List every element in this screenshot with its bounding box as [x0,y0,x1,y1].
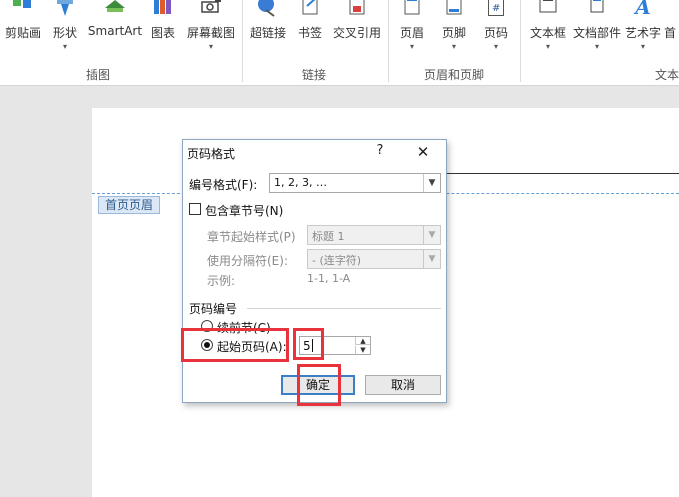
chevron-down-icon: ▼ [423,226,440,244]
first-page-header-tag: 首页页眉 [98,196,161,214]
page-number-dropdown-icon: ▾ [493,42,498,51]
shapes-icon [57,0,73,16]
start-at-spinner[interactable]: 5 ▲ ▼ [299,336,371,355]
group-label-text: 文本 [655,68,679,82]
continue-label: 续前节(C) [217,321,271,335]
bookmark-label: 书签 [297,26,322,40]
chart-label: 图表 [150,26,175,40]
header-dropdown-icon: ▾ [409,42,414,51]
smartart-label: SmartArt [87,24,143,38]
drop-cap-button[interactable]: 首 [664,0,679,62]
ok-button[interactable]: 确定 [281,375,355,395]
number-format-label: 编号格式(F): [189,178,258,192]
page-numbering-group-label: 页码编号 [189,302,238,316]
textbox-label: 文本框 [529,26,566,40]
separator-select[interactable]: - (连字符) ▼ [307,249,441,269]
cross-reference-label: 交叉引用 [332,26,381,40]
chapter-style-select[interactable]: 标题 1 ▼ [307,225,441,245]
number-format-select[interactable]: 1, 2, 3, … ▼ [269,173,441,193]
smartart-button[interactable]: SmartArt [86,0,144,62]
textbox-dropdown-icon: ▾ [545,42,550,51]
chapter-style-value: 标题 1 [312,230,345,243]
screenshot-label: 屏幕截图 [186,26,235,40]
hyperlink-icon [258,0,275,17]
quick-parts-dropdown-icon: ▾ [594,42,599,51]
spin-up-icon[interactable]: ▲ [355,337,370,345]
ribbon-insert-tab: 剪贴画 形状 ▾ SmartArt 图表 屏幕截图 ▾ 超链接 书签 交叉引用 … [0,0,679,86]
bookmark-button[interactable]: 书签 [294,0,326,62]
cross-reference-button[interactable]: 交叉引用 [330,0,384,62]
clipart-label: 剪贴画 [4,26,41,40]
smartart-icon [105,0,125,12]
start-at-value: 5 [303,339,311,353]
quick-parts-label: 文档部件 [572,26,621,40]
header-rule [440,173,679,174]
textbox-icon [539,0,557,13]
drop-cap-label: 首 [664,26,677,40]
screenshot-button[interactable]: 屏幕截图 ▾ [184,0,238,62]
chapter-style-label: 章节起始样式(P) [207,230,296,244]
footer-label: 页脚 [441,26,466,40]
header-icon [404,0,420,15]
hyperlink-label: 超链接 [249,26,286,40]
quick-parts-icon [590,0,604,13]
separator-value: - (连字符) [312,254,362,267]
chevron-down-icon: ▼ [423,250,440,268]
textbox-button[interactable]: 文本框 ▾ [526,0,570,62]
wordart-icon: A [635,0,651,19]
clipart-icon [13,0,31,8]
close-icon[interactable]: ✕ [413,143,433,161]
chart-icon [154,0,171,14]
footer-button[interactable]: 页脚 ▾ [436,0,472,62]
group-separator [242,0,243,82]
quick-parts-button[interactable]: 文档部件 ▾ [572,0,622,62]
wordart-label: 艺术字 [624,26,661,40]
shapes-label: 形状 [52,26,77,40]
group-divider [247,308,441,309]
page-number-button[interactable]: # 页码 ▾ [478,0,514,62]
continue-radio[interactable] [201,320,213,332]
group-separator [388,0,389,82]
shapes-dropdown-icon: ▾ [62,42,67,51]
bookmark-icon [302,0,318,15]
text-caret [312,339,313,352]
cancel-button[interactable]: 取消 [365,375,441,395]
page-number-icon-glyph: # [492,3,501,14]
separator-label: 使用分隔符(E): [207,254,288,268]
start-at-radio[interactable] [201,339,213,351]
chart-button[interactable]: 图表 [146,0,180,62]
hyperlink-button[interactable]: 超链接 [246,0,290,62]
page-number-icon: # [488,0,504,16]
group-label-links: 链接 [302,68,327,82]
footer-icon [446,0,462,15]
wordart-dropdown-icon: ▾ [640,42,645,51]
spin-down-icon[interactable]: ▼ [355,346,370,354]
wordart-button[interactable]: A 艺术字 ▾ [624,0,662,62]
header-button[interactable]: 页眉 ▾ [394,0,430,62]
group-label-illustrations: 插图 [86,68,111,82]
camera-icon [201,0,221,13]
number-format-value: 1, 2, 3, … [274,176,327,189]
include-chapter-checkbox[interactable] [189,203,201,215]
group-label-header-footer: 页眉和页脚 [424,68,485,82]
header-label: 页眉 [399,26,424,40]
page-number-label: 页码 [483,26,508,40]
include-chapter-label: 包含章节号(N) [205,204,284,218]
shapes-button[interactable]: 形状 ▾ [48,0,82,62]
example-value: 1-1, 1-A [307,272,351,285]
dialog-title: 页码格式 [187,147,236,161]
start-at-label: 起始页码(A): [217,340,287,354]
screenshot-dropdown-icon: ▾ [208,42,213,51]
help-button[interactable]: ? [373,143,387,161]
page-number-format-dialog: 页码格式 ? ✕ 编号格式(F): 1, 2, 3, … ▼ 包含章节号(N) … [182,139,447,403]
chevron-down-icon: ▼ [423,174,440,192]
cross-reference-icon [349,0,365,15]
footer-dropdown-icon: ▾ [451,42,456,51]
group-separator [520,0,521,82]
example-label: 示例: [207,274,236,288]
clipart-button[interactable]: 剪贴画 [2,0,44,62]
